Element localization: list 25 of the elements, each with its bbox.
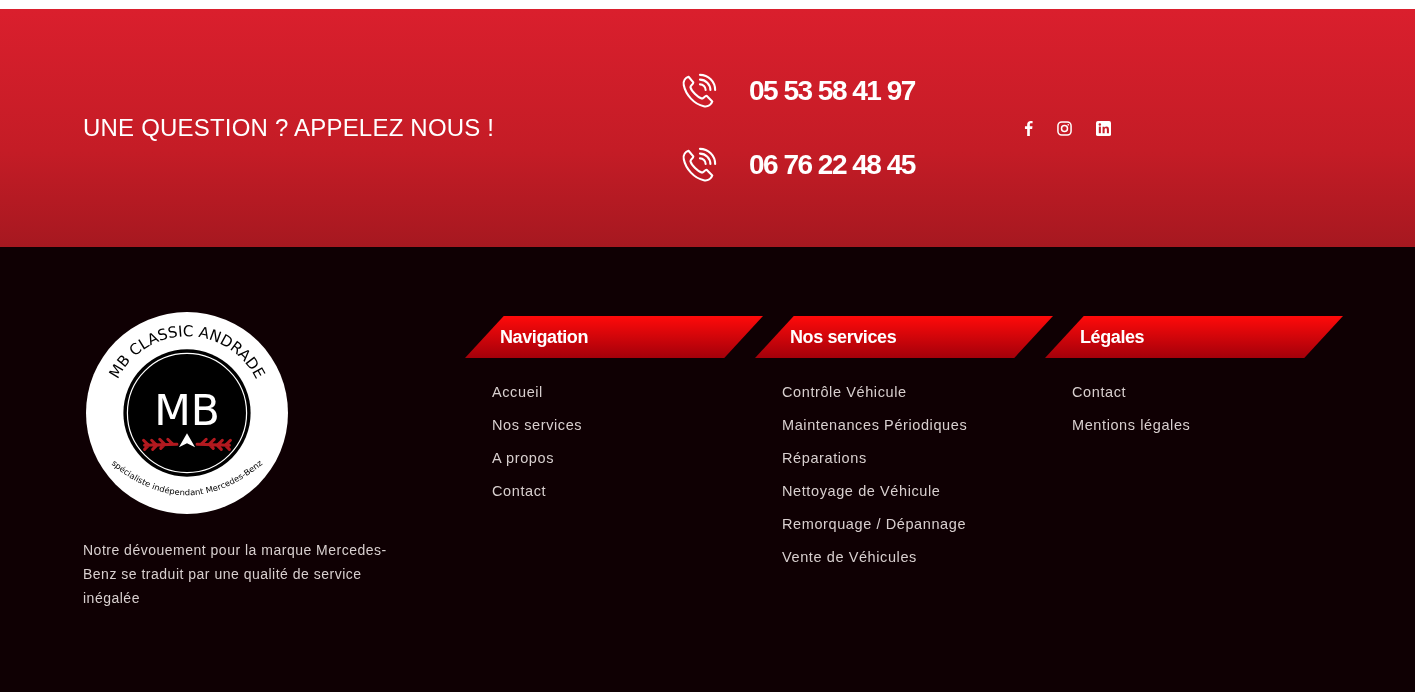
footer-link[interactable]: Maintenances Périodiques <box>782 415 968 436</box>
phone-icon <box>680 72 718 110</box>
tagline-text: Notre dévouement pour la marque Mercedes-Benz se traduit par une qualité de service inégalée <box>83 541 388 608</box>
footer-link[interactable]: Réparations <box>782 448 867 469</box>
footer-link[interactable]: Vente de Véhicules <box>782 547 917 568</box>
phone-number-link[interactable]: 05 53 58 41 97 <box>749 75 915 107</box>
footer-link[interactable]: Remorquage / Dépannage <box>782 514 967 535</box>
footer-link[interactable]: Accueil <box>492 382 543 403</box>
column-heading: Navigation <box>465 316 763 358</box>
column-heading: Légales <box>1045 316 1343 358</box>
logo-monogram: MB <box>154 386 220 436</box>
linkedin-icon[interactable] <box>1096 120 1111 136</box>
phone-icon <box>680 146 718 184</box>
facebook-icon[interactable] <box>1024 120 1033 136</box>
call-heading: UNE QUESTION ? APPELEZ NOUS ! <box>83 114 496 142</box>
column-heading: Nos services <box>755 316 1053 358</box>
instagram-icon[interactable] <box>1057 120 1072 136</box>
footer-link[interactable]: Contrôle Véhicule <box>782 382 907 403</box>
footer-link[interactable]: Contact <box>1072 382 1127 403</box>
phone-number-link[interactable]: 06 76 22 48 45 <box>749 149 915 181</box>
footer-link[interactable]: Nettoyage de Véhicule <box>782 481 941 502</box>
footer-link[interactable]: Contact <box>492 481 547 502</box>
footer-link[interactable]: Nos services <box>492 415 583 436</box>
footer-link[interactable]: A propos <box>492 448 555 469</box>
footer-link[interactable]: Mentions légales <box>1072 415 1191 436</box>
